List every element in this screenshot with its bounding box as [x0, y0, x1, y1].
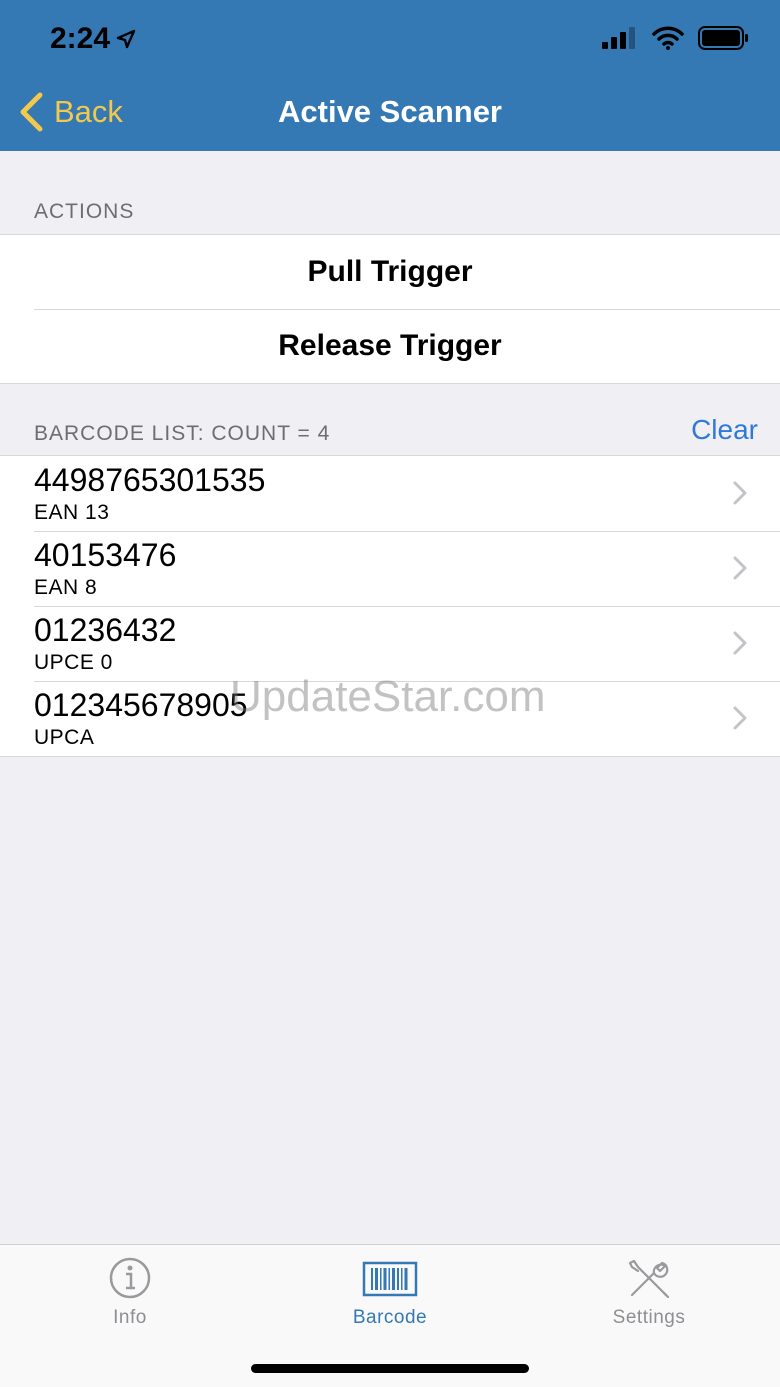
status-bar-icons: [602, 26, 750, 50]
barcode-value: 40153476: [34, 537, 177, 573]
barcode-list-item[interactable]: 01236432 UPCE 0: [0, 606, 780, 681]
barcode-type: EAN 13: [34, 501, 110, 524]
tab-settings-label: Settings: [612, 1307, 686, 1328]
navigation-header: 2:24 Back Active Scanner: [0, 0, 780, 151]
barcode-value: 4498765301535: [34, 462, 266, 498]
page-title: Active Scanner: [278, 94, 502, 129]
pull-trigger-button[interactable]: Pull Trigger: [0, 235, 780, 309]
actions-group: Pull Trigger Release Trigger: [0, 234, 780, 384]
barcode-type: UPCE 0: [34, 651, 113, 674]
barcode-list-item[interactable]: 40153476 EAN 8: [0, 531, 780, 606]
barcode-list-header: BARCODE LIST: COUNT = 4: [34, 422, 331, 445]
home-indicator[interactable]: [251, 1364, 529, 1373]
chevron-right-icon: [733, 556, 747, 580]
settings-tools-icon: [628, 1259, 670, 1299]
barcode-list-item[interactable]: 4498765301535 EAN 13: [0, 456, 780, 531]
barcode-icon: [362, 1261, 418, 1297]
tab-barcode[interactable]: Barcode: [310, 1257, 470, 1329]
barcode-type: UPCA: [34, 726, 95, 749]
barcode-type: EAN 8: [34, 576, 98, 599]
location-arrow-icon: [116, 29, 136, 49]
chevron-right-icon: [733, 481, 747, 505]
actions-section-header: ACTIONS: [34, 200, 135, 223]
clear-button[interactable]: Clear: [691, 414, 758, 446]
info-icon: [109, 1257, 151, 1299]
tab-barcode-label: Barcode: [352, 1307, 428, 1328]
release-trigger-button[interactable]: Release Trigger: [0, 309, 780, 383]
wifi-icon: [652, 26, 684, 50]
cellular-signal-icon: [602, 27, 635, 49]
status-bar-time: 2:24: [50, 22, 136, 56]
barcode-list-item[interactable]: 012345678905 UPCA: [0, 681, 780, 756]
barcode-value: 01236432: [34, 612, 177, 648]
chevron-right-icon: [733, 631, 747, 655]
chevron-right-icon: [733, 706, 747, 730]
status-time-text: 2:24: [50, 22, 111, 55]
tab-info[interactable]: Info: [50, 1257, 210, 1329]
battery-icon: [698, 26, 748, 50]
tab-settings[interactable]: Settings: [569, 1257, 729, 1329]
tab-info-label: Info: [113, 1307, 147, 1328]
barcode-value: 012345678905: [34, 687, 248, 723]
barcode-list: 4498765301535 EAN 13 40153476 EAN 8 0123…: [0, 455, 780, 757]
